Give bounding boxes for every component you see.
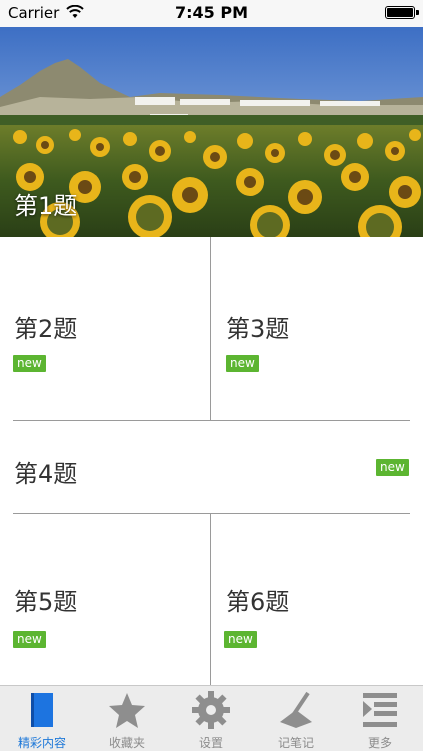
list-item[interactable]: 第4题 new — [0, 421, 423, 513]
gear-icon — [192, 691, 230, 729]
tab-label: 记笔记 — [277, 736, 314, 750]
battery-icon — [385, 6, 419, 19]
tab-settings[interactable]: 设置 — [169, 686, 253, 751]
list-item[interactable]: 第6题 new — [212, 514, 423, 685]
item-title: 第6题 — [226, 588, 290, 616]
book-icon — [31, 693, 53, 727]
tab-featured[interactable]: 精彩内容 — [0, 686, 84, 751]
status-bar: Carrier 7:45 PM — [0, 0, 423, 27]
tab-favorites[interactable]: 收藏夹 — [85, 686, 169, 751]
tab-more[interactable]: 更多 — [338, 686, 422, 751]
more-list-icon — [363, 693, 397, 727]
item-title: 第3题 — [226, 315, 290, 343]
divider — [210, 514, 211, 685]
list-item[interactable]: 第5题 new — [0, 514, 210, 685]
pen-note-icon — [280, 691, 312, 728]
new-badge: new — [224, 631, 257, 648]
new-badge: new — [226, 355, 259, 372]
new-badge: new — [13, 355, 46, 372]
item-title: 第2题 — [14, 315, 78, 343]
status-time: 7:45 PM — [174, 3, 248, 22]
tab-label: 设置 — [198, 736, 223, 750]
list-item[interactable]: 第2题 new — [0, 237, 210, 420]
tab-label: 更多 — [367, 736, 392, 750]
item-title: 第4题 — [14, 460, 78, 488]
divider — [210, 237, 211, 420]
new-badge: new — [376, 459, 409, 476]
tab-label: 精彩内容 — [17, 736, 66, 750]
tab-bar: 精彩内容 收藏夹 设置 记笔记 更多 — [0, 685, 423, 751]
item-title: 第5题 — [14, 588, 78, 616]
tab-notes[interactable]: 记笔记 — [254, 686, 338, 751]
featured-item[interactable]: 第1题 — [0, 27, 423, 237]
tab-label: 收藏夹 — [108, 736, 145, 750]
item-title: 第1题 — [14, 192, 78, 220]
new-badge: new — [13, 631, 46, 648]
list-item[interactable]: 第3题 new — [212, 237, 423, 420]
star-icon — [109, 693, 145, 728]
